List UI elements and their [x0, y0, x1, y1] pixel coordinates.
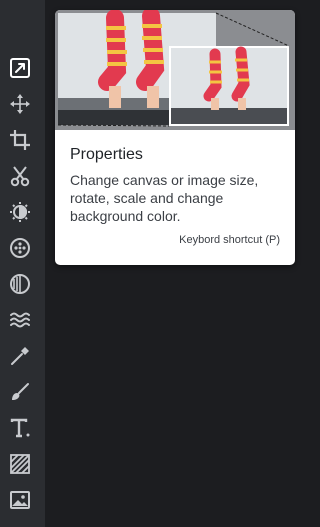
tool-move[interactable]	[5, 89, 35, 119]
tool-brush[interactable]	[5, 377, 35, 407]
filter-icon	[10, 238, 30, 258]
tooltip-description: Change canvas or image size, rotate, sca…	[70, 172, 259, 224]
move-icon	[10, 94, 30, 114]
retouch-icon	[11, 347, 29, 365]
text-icon	[10, 418, 30, 438]
properties-icon	[10, 58, 30, 78]
image-icon	[10, 491, 30, 509]
tool-distort[interactable]	[5, 305, 35, 335]
tool-filter[interactable]	[5, 233, 35, 263]
distort-icon	[10, 312, 30, 328]
tool-cut[interactable]	[5, 161, 35, 191]
tool-retouch[interactable]	[5, 341, 35, 371]
tool-crop[interactable]	[5, 125, 35, 155]
tooltip-shortcut: Keybord shortcut (P)	[179, 234, 280, 246]
properties-tooltip-card: Properties Change canvas or image size, …	[55, 10, 295, 265]
tool-adjust[interactable]	[5, 197, 35, 227]
tool-image[interactable]	[5, 485, 35, 515]
texture-icon	[10, 454, 30, 474]
tooltip-title: Properties	[70, 146, 143, 163]
tool-properties[interactable]	[5, 53, 35, 83]
tool-text[interactable]	[5, 413, 35, 443]
tool-vignette[interactable]	[5, 269, 35, 299]
left-toolbar	[0, 0, 45, 527]
adjust-icon	[10, 202, 30, 222]
vignette-icon	[10, 274, 30, 294]
crop-icon	[10, 130, 30, 150]
cut-icon	[10, 166, 30, 187]
brush-icon	[12, 383, 29, 400]
properties-preview-image	[55, 10, 295, 130]
tool-texture[interactable]	[5, 449, 35, 479]
